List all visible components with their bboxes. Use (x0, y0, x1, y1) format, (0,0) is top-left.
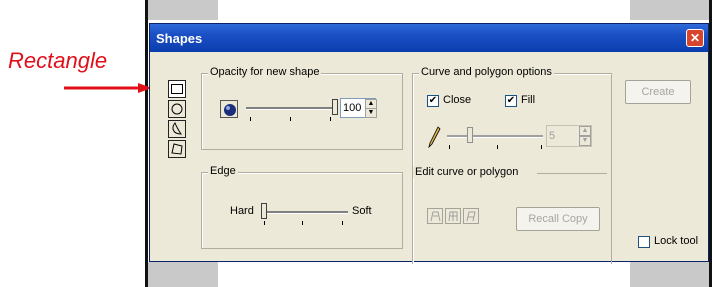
shapes-dialog: Shapes ✕ Opacity for new shape 100 ▲ ▼ E… (149, 23, 709, 264)
rectangle-tool-button[interactable] (168, 80, 186, 98)
points-tick (541, 145, 542, 149)
host-canvas-bottom (218, 262, 630, 287)
recall-copy-button[interactable]: Recall Copy (516, 207, 600, 231)
edge-slider-track[interactable] (264, 211, 348, 214)
polygon-icon (171, 143, 183, 155)
freeform-tool-button[interactable] (168, 120, 186, 138)
edge-tick (264, 221, 265, 225)
create-button[interactable]: Create (625, 80, 691, 104)
points-tick (449, 145, 450, 149)
lock-tool-checkbox[interactable] (638, 236, 650, 248)
edit-shape-button-2[interactable] (445, 208, 461, 224)
points-spin-down-button[interactable]: ▼ (579, 136, 591, 146)
host-ruler-bottom-right (630, 262, 712, 287)
edge-soft-label: Soft (352, 205, 372, 217)
close-checkbox[interactable]: ✔ (427, 95, 439, 107)
freeform-icon (172, 122, 182, 135)
close-label: Close (443, 94, 472, 106)
pen-icon (428, 126, 441, 148)
points-tick (497, 145, 498, 149)
polygon-tool-button[interactable] (168, 140, 186, 158)
ellipse-icon (171, 103, 183, 115)
opacity-tick (290, 117, 291, 121)
opacity-tick (250, 117, 251, 121)
edge-group: Edge Hard Soft (201, 165, 403, 249)
edit-shape-button-1[interactable] (427, 208, 443, 224)
opacity-group-title: Opacity for new shape (208, 66, 322, 78)
fill-checkbox[interactable]: ✔ (505, 95, 517, 107)
ellipse-tool-button[interactable] (168, 100, 186, 118)
dialog-titlebar[interactable]: Shapes ✕ (150, 24, 708, 52)
edit-divider (537, 173, 607, 174)
edge-group-title: Edge (208, 165, 238, 177)
dialog-title: Shapes (156, 30, 203, 46)
edit-shape-1-icon (430, 211, 441, 222)
rectangle-icon (171, 84, 183, 94)
edge-slider-thumb[interactable] (261, 203, 267, 219)
edit-shape-button-3[interactable] (463, 208, 479, 224)
opacity-slider-track[interactable] (246, 107, 336, 110)
edge-tick (302, 221, 303, 225)
host-ruler-left (145, 0, 218, 20)
points-slider-thumb[interactable] (467, 127, 473, 143)
edge-hard-label: Hard (230, 205, 254, 217)
curve-group-title: Curve and polygon options (419, 66, 554, 78)
host-ruler-bottom-left (145, 262, 218, 287)
opacity-slider-thumb[interactable] (332, 99, 338, 115)
opacity-group: Opacity for new shape 100 ▲ ▼ (201, 66, 403, 150)
curve-group: Curve and polygon options ✔ Close ✔ Fill… (412, 66, 612, 264)
host-canvas-top (218, 0, 630, 20)
host-ruler-right (630, 0, 712, 20)
points-spin-up-button[interactable]: ▲ (579, 126, 591, 136)
annotation-label: Rectangle (8, 48, 108, 73)
opacity-tick (330, 117, 331, 121)
edge-tick (342, 221, 343, 225)
close-button[interactable]: ✕ (686, 29, 704, 47)
opacity-spin-down-button[interactable]: ▼ (365, 108, 377, 118)
edit-group-title: Edit curve or polygon (413, 166, 521, 178)
edit-shape-2-icon (448, 211, 458, 222)
opacity-sphere-icon (220, 100, 238, 118)
lock-tool-label: Lock tool (654, 235, 699, 247)
points-slider-track[interactable] (447, 135, 543, 138)
fill-label: Fill (521, 94, 536, 106)
annotation-arrow-icon (64, 83, 152, 93)
edit-shape-3-icon (466, 211, 476, 222)
host-border-left (145, 0, 148, 287)
